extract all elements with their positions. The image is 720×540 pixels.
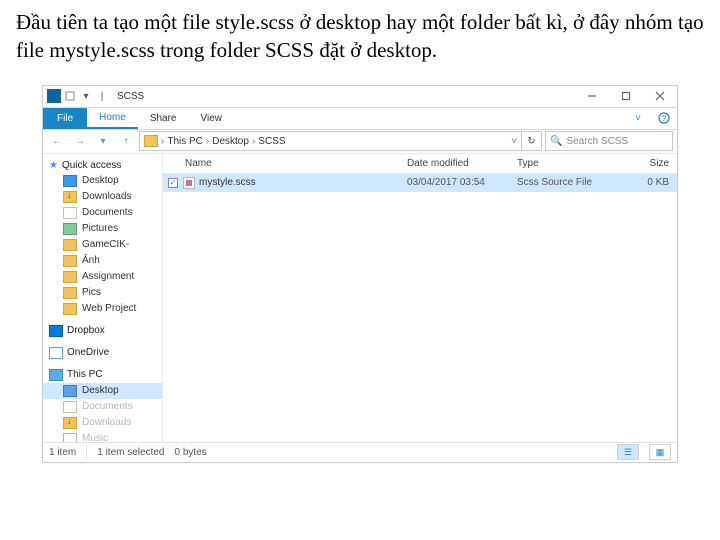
file-tab[interactable]: File [43, 108, 87, 129]
minimize-button[interactable] [575, 85, 609, 107]
svg-text:?: ? [662, 114, 667, 123]
sidebar-item-documents-pc[interactable]: Documents [43, 399, 162, 415]
app-folder-icon [47, 89, 61, 103]
close-button[interactable] [643, 85, 677, 107]
window-title: SCSS [117, 91, 144, 102]
titlebar-separator: | [95, 89, 109, 103]
view-large-icons-button[interactable]: ▦ [649, 444, 671, 460]
sidebar-item-downloads-pc[interactable]: Downloads [43, 415, 162, 431]
navigation-pane[interactable]: ★Quick access Desktop Downloads Document… [43, 154, 163, 442]
onedrive-icon [49, 347, 63, 359]
sidebar-item-documents[interactable]: Documents [43, 205, 162, 221]
scss-file-icon [183, 177, 195, 189]
sidebar-item-folder[interactable]: Pics [43, 285, 162, 301]
sidebar-item-folder[interactable]: Assignment [43, 269, 162, 285]
search-input[interactable]: 🔍 Search SCSS [545, 131, 673, 151]
chevron-right-icon: › [206, 136, 209, 147]
tab-view[interactable]: View [189, 108, 235, 129]
status-bar: 1 item 1 item selected 0 bytes ☰ ▦ [43, 442, 677, 462]
search-placeholder: Search SCSS [566, 136, 628, 147]
sidebar-item-desktop-pc[interactable]: Desktop [43, 383, 162, 399]
ribbon-tabs: File Home Share View ˅ ? [43, 108, 677, 130]
explorer-body: ★Quick access Desktop Downloads Document… [43, 154, 677, 442]
sidebar-quick-access[interactable]: ★Quick access [43, 158, 162, 173]
column-type[interactable]: Type [517, 158, 617, 169]
sidebar-item-folder[interactable]: Ảnh [43, 253, 162, 269]
file-checkbox[interactable]: ✓ [163, 178, 183, 188]
sidebar-item-downloads[interactable]: Downloads [43, 189, 162, 205]
file-explorer-window: ▾ | SCSS File Home Share View ˅ ? ← → ▾ … [42, 85, 678, 463]
file-size: 0 KB [617, 177, 677, 188]
sidebar-item-desktop[interactable]: Desktop [43, 173, 162, 189]
file-type: Scss Source File [517, 177, 617, 188]
this-pc-icon [49, 369, 63, 381]
column-headers[interactable]: Name Date modified Type Size [163, 154, 677, 174]
column-size[interactable]: Size [617, 158, 677, 169]
sidebar-item-pictures[interactable]: Pictures [43, 221, 162, 237]
address-folder-icon [144, 135, 158, 147]
tab-share[interactable]: Share [138, 108, 189, 129]
file-row[interactable]: ✓ mystyle.scss 03/04/2017 03:54 Scss Sou… [163, 174, 677, 192]
quick-access-pin-icon[interactable] [63, 89, 77, 103]
quick-access-dropdown-icon[interactable]: ▾ [79, 89, 93, 103]
search-icon: 🔍 [550, 136, 562, 147]
view-details-button[interactable]: ☰ [617, 444, 639, 460]
sidebar-item-folder[interactable]: Web Project [43, 301, 162, 317]
help-icon[interactable]: ? [651, 108, 677, 129]
ribbon-collapse-icon[interactable]: ˅ [625, 108, 651, 129]
status-bytes: 0 bytes [175, 447, 207, 458]
column-name[interactable]: Name [183, 158, 407, 169]
nav-up-button[interactable]: ↑ [116, 131, 136, 151]
address-search-row: ← → ▾ ↑ › This PC › Desktop › SCSS ˅ ↻ 🔍… [43, 130, 677, 154]
status-item-count: 1 item [49, 447, 76, 458]
nav-forward-button[interactable]: → [70, 131, 90, 151]
address-dropdown-icon[interactable]: ˅ [511, 136, 517, 147]
dropbox-icon [49, 325, 63, 337]
sidebar-item-music-pc[interactable]: Music [43, 431, 162, 442]
breadcrumb-segment[interactable]: Desktop [212, 136, 249, 147]
nav-back-button[interactable]: ← [47, 131, 67, 151]
sidebar-item-folder[interactable]: GameCIK- [43, 237, 162, 253]
document-body-text: Đầu tiên ta tạo một file style.scss ở de… [0, 0, 720, 77]
chevron-right-icon: › [252, 136, 255, 147]
breadcrumb-segment[interactable]: This PC [167, 136, 203, 147]
sidebar-dropbox[interactable]: Dropbox [43, 323, 162, 339]
breadcrumb-segment[interactable]: SCSS [258, 136, 285, 147]
refresh-button[interactable]: ↻ [522, 131, 542, 151]
maximize-button[interactable] [609, 85, 643, 107]
file-list-pane: Name Date modified Type Size ✓ mystyle.s… [163, 154, 677, 442]
file-date: 03/04/2017 03:54 [407, 177, 517, 188]
sidebar-onedrive[interactable]: OneDrive [43, 345, 162, 361]
address-bar[interactable]: › This PC › Desktop › SCSS ˅ [139, 131, 522, 151]
tab-home[interactable]: Home [87, 108, 138, 129]
chevron-right-icon: › [161, 136, 164, 147]
star-icon: ★ [49, 160, 58, 171]
titlebar: ▾ | SCSS [43, 86, 677, 108]
status-selected: 1 item selected [97, 447, 164, 458]
file-name: mystyle.scss [199, 177, 256, 188]
nav-recent-dropdown[interactable]: ▾ [93, 131, 113, 151]
sidebar-this-pc[interactable]: This PC [43, 367, 162, 383]
column-date[interactable]: Date modified [407, 158, 517, 169]
